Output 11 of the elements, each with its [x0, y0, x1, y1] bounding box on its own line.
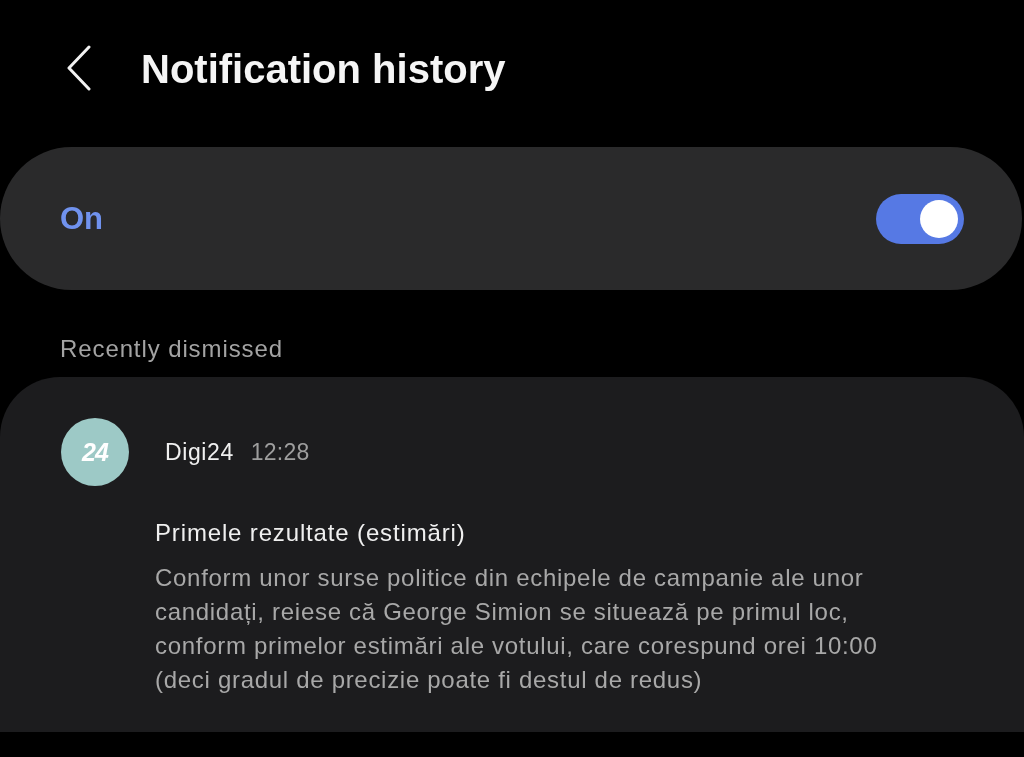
notification-card[interactable] — [0, 377, 1024, 732]
back-chevron-icon — [66, 44, 92, 91]
app-name: Digi24 — [165, 438, 234, 466]
switch-label: On — [60, 200, 104, 237]
notification-body: Conform unor surse politice din echipele de campanie ale unor candidați, reiese că George Simion se situează pe primul loc, conform primelor estimări ale votului, care corespund orei 10:00 (deci gradul de precizie poate fi destul de redus) — [155, 563, 879, 695]
notification-time: 12:28 — [250, 438, 310, 466]
notification-title: Primele rezultate (estimări) — [155, 518, 466, 548]
app-icon: 24 — [61, 418, 129, 486]
page-title: Notification history — [141, 45, 506, 92]
section-heading: Recently dismissed — [60, 335, 283, 363]
toggle-switch[interactable] — [876, 193, 964, 244]
